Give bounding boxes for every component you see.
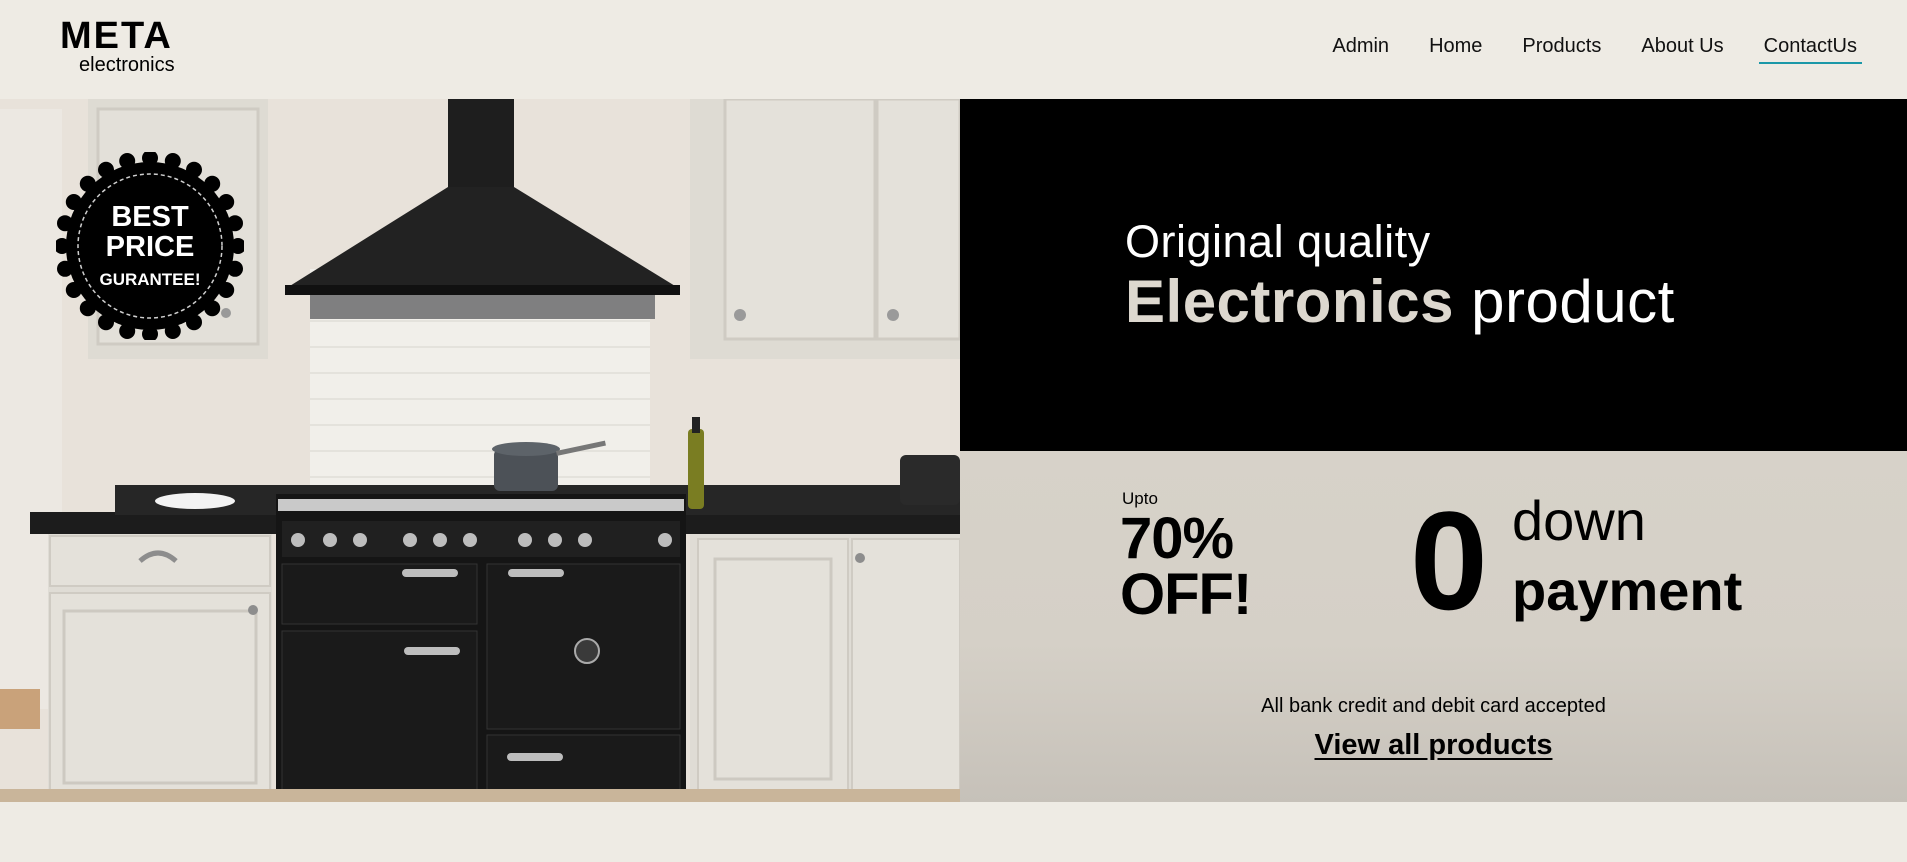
badge-line-3: GURANTEE! <box>99 270 201 289</box>
badge-line-2: PRICE <box>105 231 195 263</box>
badge-line-1: BEST <box>111 201 189 233</box>
nav-home[interactable]: Home <box>1424 33 1487 64</box>
view-all-wrapper: View all products <box>960 729 1907 762</box>
cards-accepted-note: All bank credit and debit card accepted <box>1261 695 1606 717</box>
hero-headline-panel: Original quality Electronics product <box>960 99 1907 451</box>
brand-tagline: electronics <box>79 54 175 76</box>
site-header: META electronics Admin Home Products Abo… <box>0 0 1907 99</box>
hero-headline-bold: Electronics <box>1125 268 1454 335</box>
hero-headline-rest: product <box>1453 268 1675 335</box>
offer-down-label: down <box>1512 489 1646 552</box>
nav-contact-us[interactable]: ContactUs <box>1758 33 1862 64</box>
badge-text: BEST PRICE GURANTEE! <box>56 152 244 340</box>
nav-about-us[interactable]: About Us <box>1636 33 1728 64</box>
offer-off-label: OFF! <box>1120 562 1252 627</box>
offer-discount: 70% OFF! <box>1120 506 1252 627</box>
offer-percent: 70% <box>1120 506 1234 571</box>
brand-name: META <box>60 15 173 57</box>
offer-zero: 0 <box>1410 482 1488 639</box>
offer-payment-label: payment <box>1512 559 1743 622</box>
hero-headline-line2: Electronics product <box>1125 269 1675 335</box>
hero-kitchen-image: BEST PRICE GURANTEE! <box>0 99 960 802</box>
view-all-products-link[interactable]: View all products <box>1315 729 1553 761</box>
nav-products[interactable]: Products <box>1517 33 1606 64</box>
hero-headline-line1: Original quality <box>1125 216 1431 267</box>
offer-panel: Upto 70% OFF! 0 down payment All bank cr… <box>960 451 1907 802</box>
brand-logo[interactable]: META electronics <box>60 15 175 76</box>
main-nav: Admin Home Products About Us ContactUs <box>1297 33 1862 64</box>
best-price-badge: BEST PRICE GURANTEE! <box>54 150 246 342</box>
nav-admin[interactable]: Admin <box>1327 33 1394 64</box>
